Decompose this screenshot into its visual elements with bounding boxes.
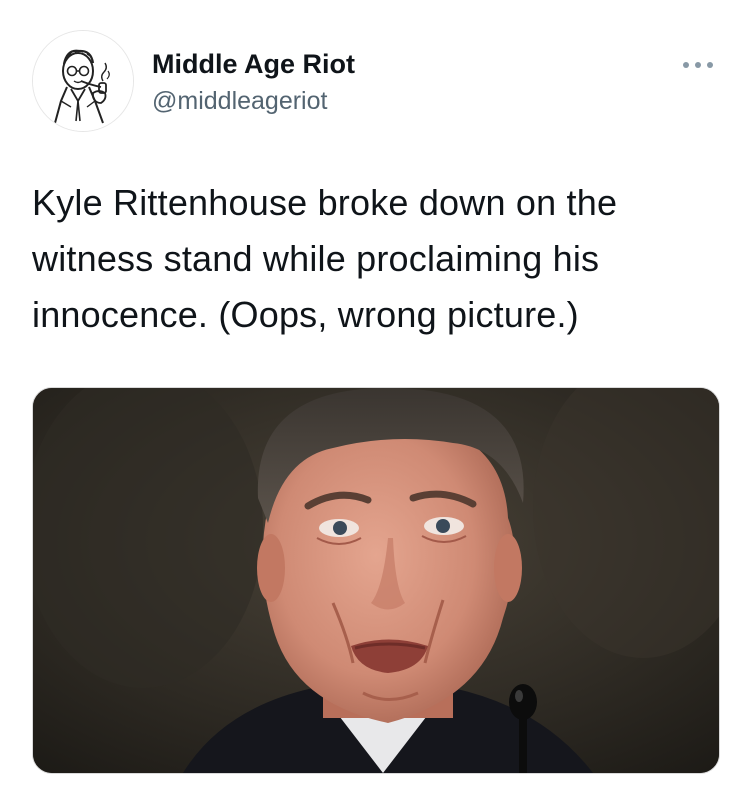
tweet-text: Kyle Rittenhouse broke down on the witne… [32, 175, 722, 343]
author-display-name[interactable]: Middle Age Riot [152, 48, 355, 80]
more-options-button[interactable] [680, 55, 716, 75]
tweet-text-line: witness stand while proclaiming his [32, 238, 600, 279]
tweet-card: Middle Age Riot @middleageriot Kyle Ritt… [0, 0, 750, 799]
author-handle[interactable]: @middleageriot [152, 86, 327, 116]
ellipsis-icon [683, 62, 713, 68]
author-avatar[interactable] [32, 30, 134, 132]
crying-man-photo [33, 388, 719, 773]
tweet-text-line: Kyle Rittenhouse broke down on the [32, 182, 618, 223]
tweet-text-line: innocence. (Oops, wrong picture.) [32, 294, 579, 335]
tweet-photo[interactable] [32, 387, 720, 774]
pipe-smoking-man-icon [33, 31, 133, 131]
